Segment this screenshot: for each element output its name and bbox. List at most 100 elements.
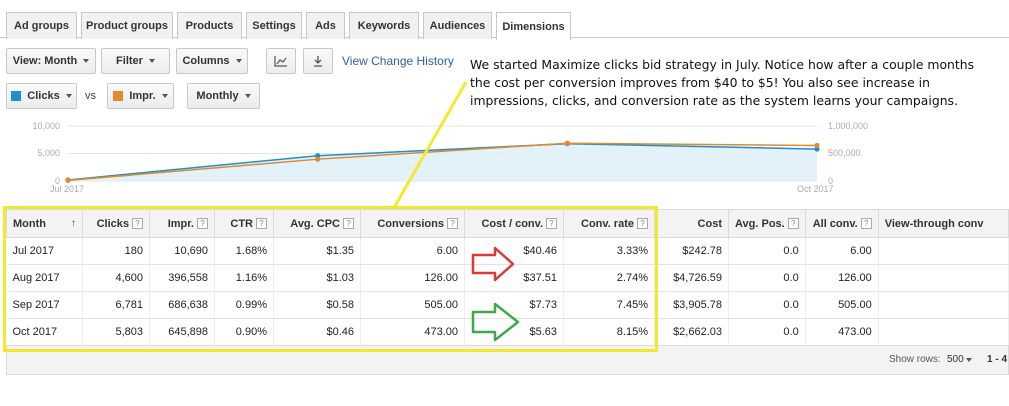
table-footer: Show rows: 500 1 - 4: [6, 345, 1009, 375]
tab-dimensions[interactable]: Dimensions: [496, 12, 571, 40]
table-cell: 473.00: [805, 318, 879, 346]
table-cell: $1.03: [273, 264, 361, 292]
chevron-down-icon: [83, 59, 90, 63]
column-header-label: Month: [13, 217, 46, 230]
table-cell: 686,638: [149, 291, 215, 319]
rows-per-page-value: 500: [947, 354, 964, 365]
y-left-tick: 5,000: [37, 148, 60, 158]
view-dropdown[interactable]: View: Month: [6, 48, 96, 74]
filter-dropdown[interactable]: Filter: [101, 48, 170, 74]
table-cell: $2,662.03: [654, 318, 729, 346]
table-cell: 645,898: [149, 318, 215, 346]
x-tick-label: Jul 2017: [50, 184, 85, 194]
download-button[interactable]: [303, 48, 333, 74]
table-cell: $40.46: [464, 237, 564, 265]
metric2-dropdown[interactable]: Impr.: [107, 83, 174, 109]
column-header-label: Cost: [697, 217, 722, 230]
impressions-data-point: [814, 142, 820, 149]
filter-label: Filter: [116, 55, 143, 67]
chevron-down-icon: [966, 358, 973, 362]
table-cell: $4,726.59: [654, 264, 729, 292]
column-header[interactable]: Avg. CPC?: [273, 209, 361, 238]
chart-toggle-button[interactable]: [266, 48, 296, 74]
tab-ad-groups[interactable]: Ad groups: [6, 12, 77, 39]
table-cell: 8.15%: [563, 318, 655, 346]
table-cell: Sep 2017: [6, 291, 83, 319]
column-header-label: Conversions: [377, 217, 444, 230]
table-row: Jul 2017 180 10,690 1.68% $1.35 6.00 $40.46 3.3…: [6, 237, 1009, 265]
column-header[interactable]: Impr.?: [149, 209, 215, 238]
tab-bar: Ad groups Product groups Products Settin…: [0, 0, 1009, 40]
chevron-down-icon: [235, 59, 242, 63]
table-cell: 2.74%: [563, 264, 655, 292]
table-cell: [878, 291, 1009, 319]
column-header[interactable]: Clicks?: [82, 209, 150, 238]
table-cell: $0.58: [273, 291, 361, 319]
help-icon[interactable]: ?: [197, 218, 208, 230]
pagination-range: 1 - 4: [987, 354, 1008, 365]
help-icon[interactable]: ?: [787, 218, 799, 230]
help-icon[interactable]: ?: [546, 218, 557, 230]
column-header[interactable]: Cost: [654, 209, 729, 238]
table-cell: 396,558: [149, 264, 215, 292]
help-icon[interactable]: ?: [132, 218, 143, 230]
columns-dropdown[interactable]: Columns: [176, 48, 248, 74]
table-cell: Oct 2017: [6, 318, 83, 346]
column-header[interactable]: Conv. rate?: [563, 209, 655, 238]
table-cell: 5,803: [82, 318, 150, 346]
metric2-label: Impr.: [129, 90, 156, 102]
y-right-tick: 500,000: [828, 148, 861, 158]
table-cell: 505.00: [805, 291, 879, 319]
table-cell: $37.51: [464, 264, 564, 292]
columns-label: Columns: [182, 55, 230, 67]
tab-settings[interactable]: Settings: [246, 12, 302, 39]
table-cell: $1.35: [273, 237, 361, 265]
table-cell: 505.00: [360, 291, 465, 319]
tab-ads[interactable]: Ads: [306, 12, 345, 39]
table-cell: 3.33%: [563, 237, 655, 265]
table-cell: 0.99%: [214, 291, 274, 319]
table-cell: 6.00: [805, 237, 879, 265]
help-icon[interactable]: ?: [447, 218, 458, 230]
tab-keywords[interactable]: Keywords: [349, 12, 419, 39]
metric1-dropdown[interactable]: Clicks: [6, 83, 77, 109]
tab-product-groups[interactable]: Product groups: [81, 12, 173, 39]
table-row: Oct 2017 5,803 645,898 0.90% $0.46 473.00 $5.6…: [6, 318, 1009, 346]
table-cell: 0.0: [728, 291, 806, 319]
table-cell: $0.46: [273, 318, 361, 346]
sort-arrow-icon[interactable]: ↑: [71, 218, 76, 229]
y-right-tick: 1,000,000: [828, 121, 869, 131]
column-header[interactable]: Conversions?: [360, 209, 465, 238]
table-cell: 180: [82, 237, 150, 265]
table-cell: 6.00: [360, 237, 465, 265]
column-header-label: Avg. Pos.: [735, 217, 785, 230]
column-header[interactable]: Avg. Pos.?: [728, 209, 806, 238]
table-cell: Jul 2017: [6, 237, 83, 265]
metric1-label: Clicks: [27, 90, 60, 102]
help-icon[interactable]: ?: [256, 218, 267, 230]
column-header[interactable]: Cost / conv.?: [464, 209, 564, 238]
view-change-history-link[interactable]: View Change History: [342, 54, 454, 68]
rows-per-page-select[interactable]: 500: [947, 354, 973, 365]
tab-audiences[interactable]: Audiences: [423, 12, 492, 39]
chevron-down-icon: [65, 94, 72, 98]
performance-chart: 10,000 5,000 0 1,000,000 500,000 0 Jul 2…: [0, 118, 1009, 202]
column-header[interactable]: CTR?: [214, 209, 274, 238]
help-icon[interactable]: ?: [343, 218, 354, 230]
table-cell: 4,600: [82, 264, 150, 292]
table-cell: 0.0: [728, 264, 806, 292]
tab-products[interactable]: Products: [177, 12, 242, 39]
impressions-data-point: [564, 140, 570, 146]
column-header[interactable]: All conv.?: [804, 209, 879, 238]
impressions-color-swatch: [113, 91, 124, 101]
help-icon[interactable]: ?: [860, 218, 872, 230]
table-cell: 473.00: [360, 318, 465, 346]
table-cell: 0.0: [728, 237, 806, 265]
help-icon[interactable]: ?: [637, 218, 648, 230]
y-left-tick: 10,000: [32, 121, 60, 131]
period-label: Monthly: [196, 90, 239, 102]
column-header[interactable]: View-through conv: [877, 209, 1009, 238]
dimensions-table: Month ↑ Clicks? Impr.? CTR? Avg. CPC? Conversi…: [6, 209, 1009, 346]
column-header[interactable]: Month ↑: [6, 209, 83, 238]
period-dropdown[interactable]: Monthly: [187, 83, 260, 109]
